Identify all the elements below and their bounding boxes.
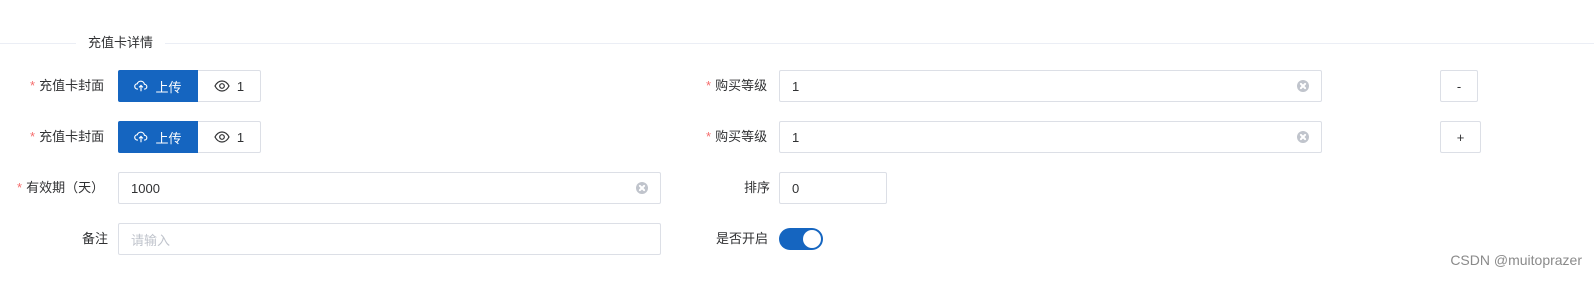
sort-input[interactable]: 0 <box>779 172 887 204</box>
remark-placeholder: 请输入 <box>131 232 171 248</box>
level-value: 1 <box>792 78 800 94</box>
cloud-upload-icon <box>134 80 148 92</box>
required-mark: * <box>30 78 36 93</box>
validity-label: * 有效期（天） <box>17 180 105 195</box>
clear-icon[interactable] <box>1297 80 1309 92</box>
cloud-upload-icon <box>134 131 148 143</box>
required-mark: * <box>706 129 712 144</box>
clear-icon[interactable] <box>1297 131 1309 143</box>
view-button[interactable]: 1 <box>198 70 261 102</box>
sort-label: 排序 <box>744 180 771 195</box>
eye-icon <box>214 131 230 143</box>
eye-icon <box>214 80 230 92</box>
remark-label: 备注 <box>82 231 109 246</box>
watermark: CSDN @muitoprazer <box>1450 252 1582 268</box>
cover-label-2: * 充值卡封面 <box>30 129 105 144</box>
sort-value: 0 <box>792 180 800 196</box>
enable-label: 是否开启 <box>716 231 769 246</box>
upload-button[interactable]: 上传 <box>118 70 198 102</box>
validity-input[interactable]: 1000 <box>118 172 661 204</box>
level-input-2[interactable]: 1 <box>779 121 1322 153</box>
cover-label-1: * 充值卡封面 <box>30 78 105 93</box>
level-label-2: * 购买等级 <box>706 129 768 144</box>
upload-button[interactable]: 上传 <box>118 121 198 153</box>
cover-upload-group-2: 上传 1 <box>118 121 261 153</box>
remove-level-button[interactable]: - <box>1440 70 1478 102</box>
level-input-1[interactable]: 1 <box>779 70 1322 102</box>
required-mark: * <box>706 78 712 93</box>
section-title: 充值卡详情 <box>76 35 166 51</box>
required-mark: * <box>30 129 36 144</box>
enable-switch[interactable] <box>779 228 823 250</box>
required-mark: * <box>17 180 23 195</box>
remark-input[interactable]: 请输入 <box>118 223 661 255</box>
view-button[interactable]: 1 <box>198 121 261 153</box>
cover-upload-group-1: 上传 1 <box>118 70 261 102</box>
level-value: 1 <box>792 129 800 145</box>
switch-knob <box>803 230 821 248</box>
validity-value: 1000 <box>131 180 160 196</box>
section-divider <box>0 43 1594 44</box>
level-label-1: * 购买等级 <box>706 78 768 93</box>
recharge-card-form: 充值卡详情 * 充值卡封面 上传 1 * 购买等级 1 - * 充值卡封面 上传… <box>0 0 1594 284</box>
clear-icon[interactable] <box>636 182 648 194</box>
add-level-button[interactable]: + <box>1440 121 1481 153</box>
